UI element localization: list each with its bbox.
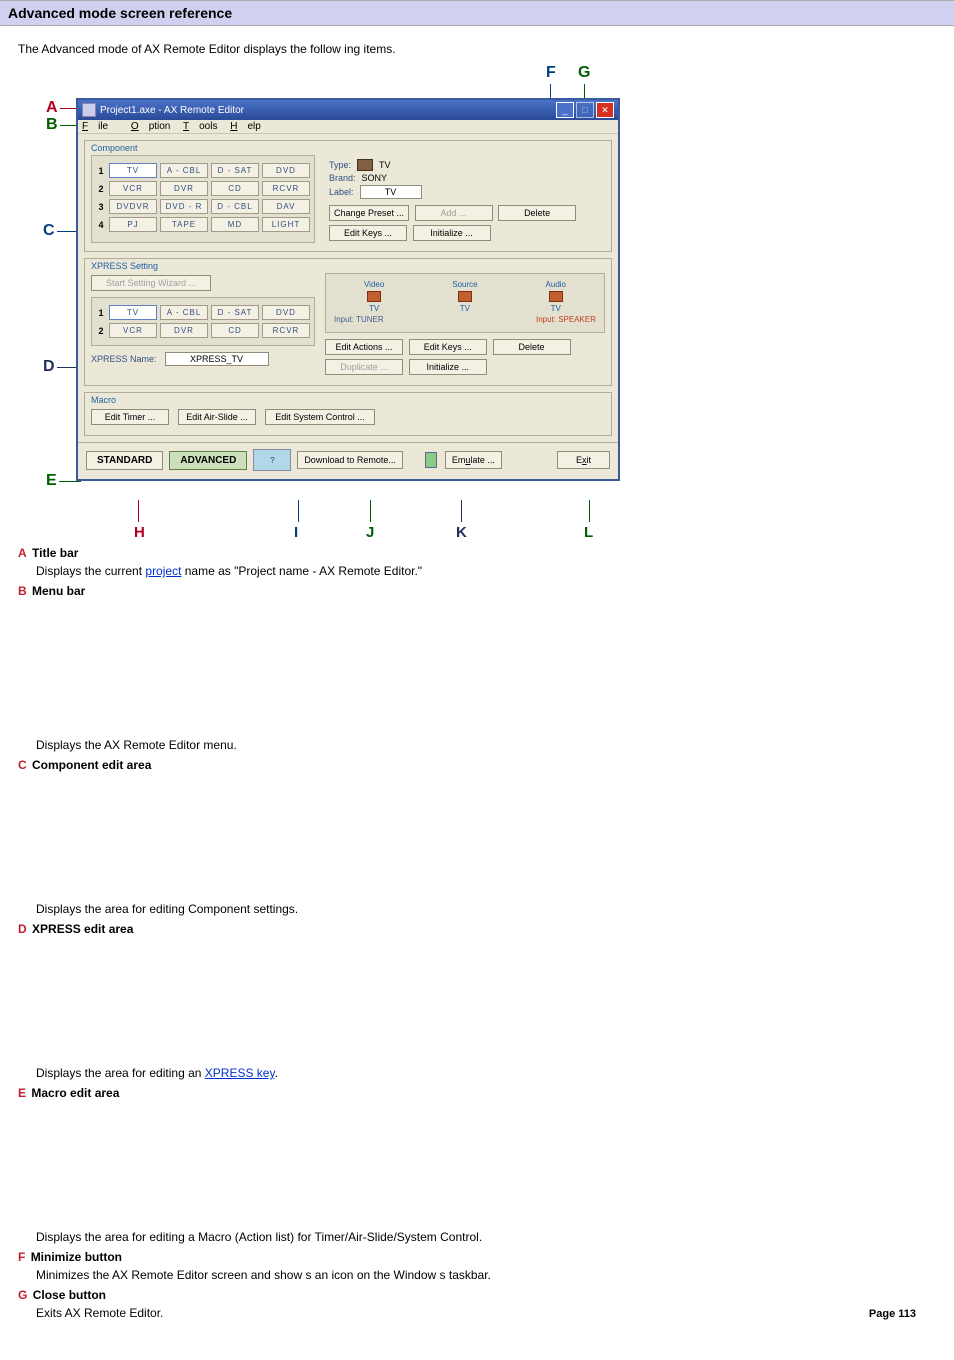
comp-btn[interactable]: DVD bbox=[262, 163, 310, 178]
menu-help[interactable]: Help bbox=[230, 121, 261, 132]
delete-button[interactable]: Delete bbox=[493, 339, 571, 355]
def-b: B Menu bar Displays the AX Remote Editor… bbox=[18, 584, 936, 752]
component-grid: 1 TV A - CBL D - SAT DVD 2 VCR DVR CD RC… bbox=[91, 155, 315, 243]
edit-system-control-button[interactable]: Edit System Control ... bbox=[265, 409, 375, 425]
advanced-mode-button[interactable]: ADVANCED bbox=[169, 451, 247, 470]
component-panel: Component 1 TV A - CBL D - SAT DVD 2 VCR… bbox=[84, 140, 612, 252]
xpress-btn[interactable]: DVD bbox=[262, 305, 310, 320]
def-f: F Minimize button Minimizes the AX Remot… bbox=[18, 1250, 936, 1282]
comp-btn[interactable]: A - CBL bbox=[160, 163, 208, 178]
standard-mode-button[interactable]: STANDARD bbox=[86, 451, 163, 470]
def-c: C Component edit area Displays the area … bbox=[18, 758, 936, 916]
initialize-button[interactable]: Initialize ... bbox=[413, 225, 491, 241]
close-button[interactable]: ✕ bbox=[596, 102, 614, 118]
component-detail: Type: TV Brand: SONY Label: TV Change Pr… bbox=[325, 155, 605, 243]
comp-btn[interactable]: DAV bbox=[262, 199, 310, 214]
xpress-legend: XPRESS Setting bbox=[91, 261, 605, 271]
label-input[interactable]: TV bbox=[360, 185, 422, 199]
xpress-btn[interactable]: TV bbox=[109, 305, 157, 320]
xpress-name-input[interactable]: XPRESS_TV bbox=[165, 352, 269, 366]
comp-btn-tv[interactable]: TV bbox=[109, 163, 157, 178]
menu-option[interactable]: Option bbox=[131, 121, 170, 132]
def-d: D XPRESS edit area Displays the area for… bbox=[18, 922, 936, 1080]
xpress-btn[interactable]: A - CBL bbox=[160, 305, 208, 320]
state-graphic-icon: ? bbox=[253, 449, 291, 471]
comp-btn[interactable]: LIGHT bbox=[262, 217, 310, 232]
comp-btn[interactable]: CD bbox=[211, 181, 259, 196]
callout-g: G bbox=[578, 64, 590, 100]
comp-btn[interactable]: PJ bbox=[109, 217, 157, 232]
minimize-button[interactable]: _ bbox=[556, 102, 574, 118]
xpress-btn[interactable]: CD bbox=[211, 323, 259, 338]
comp-btn[interactable]: DVR bbox=[160, 181, 208, 196]
comp-btn[interactable]: DVDVR bbox=[109, 199, 157, 214]
audio-icon bbox=[549, 291, 563, 302]
menu-tools[interactable]: Tools bbox=[183, 121, 217, 132]
duplicate-button: Duplicate ... bbox=[325, 359, 403, 375]
maximize-button: □ bbox=[576, 102, 594, 118]
comp-btn[interactable]: TAPE bbox=[160, 217, 208, 232]
bottom-callouts: H I J K L bbox=[76, 524, 616, 542]
menu-bar: File Option Tools Help bbox=[78, 120, 618, 134]
macro-panel: Macro Edit Timer ... Edit Air-Slide ... … bbox=[84, 392, 612, 436]
download-to-remote-button[interactable]: Download to Remote... bbox=[297, 451, 403, 469]
comp-btn[interactable]: D - CBL bbox=[211, 199, 259, 214]
comp-btn[interactable]: MD bbox=[211, 217, 259, 232]
comp-btn[interactable]: VCR bbox=[109, 181, 157, 196]
app-icon bbox=[82, 103, 96, 117]
menu-file[interactable]: File bbox=[82, 121, 118, 132]
xpress-panel: XPRESS Setting Start Setting Wizard ... … bbox=[84, 258, 612, 386]
component-legend: Component bbox=[91, 143, 605, 153]
page-title: Advanced mode screen reference bbox=[0, 0, 954, 26]
intro-text: The Advanced mode of AX Remote Editor di… bbox=[18, 42, 936, 56]
def-g: G Close button Exits AX Remote Editor. P… bbox=[18, 1288, 936, 1320]
tv-icon bbox=[357, 159, 373, 171]
macro-legend: Macro bbox=[91, 395, 605, 405]
comp-btn[interactable]: D - SAT bbox=[211, 163, 259, 178]
document-icon bbox=[425, 452, 437, 468]
project-link[interactable]: project bbox=[145, 564, 181, 578]
video-icon bbox=[367, 291, 381, 302]
comp-btn[interactable]: RCVR bbox=[262, 181, 310, 196]
delete-button[interactable]: Delete bbox=[498, 205, 576, 221]
xpress-btn[interactable]: RCVR bbox=[262, 323, 310, 338]
def-e: E Macro edit area Displays the area for … bbox=[18, 1086, 936, 1244]
def-a: A Title bar Displays the current project… bbox=[18, 546, 936, 578]
initialize-button[interactable]: Initialize ... bbox=[409, 359, 487, 375]
title-bar: Project1.axe - AX Remote Editor _ □ ✕ bbox=[78, 100, 618, 120]
page-number: Page 113 bbox=[869, 1308, 916, 1320]
emulate-button[interactable]: Emulate ... bbox=[445, 451, 502, 469]
callout-f: F bbox=[546, 64, 556, 100]
bottom-bar: STANDARD ADVANCED ? Download to Remote..… bbox=[78, 442, 618, 479]
edit-actions-button[interactable]: Edit Actions ... bbox=[325, 339, 403, 355]
edit-keys-button[interactable]: Edit Keys ... bbox=[329, 225, 407, 241]
change-preset-button[interactable]: Change Preset ... bbox=[329, 205, 409, 221]
edit-air-slide-button[interactable]: Edit Air-Slide ... bbox=[178, 409, 256, 425]
xpress-btn[interactable]: DVR bbox=[160, 323, 208, 338]
start-setting-wizard-button: Start Setting Wizard ... bbox=[91, 275, 211, 291]
app-window: Project1.axe - AX Remote Editor _ □ ✕ Fi… bbox=[76, 98, 620, 481]
comp-btn[interactable]: DVD - R bbox=[160, 199, 208, 214]
xpress-btn[interactable]: VCR bbox=[109, 323, 157, 338]
annotated-screenshot: F G A B C D E Project1.axe - AX Remote E… bbox=[46, 64, 936, 534]
edit-timer-button[interactable]: Edit Timer ... bbox=[91, 409, 169, 425]
xpress-key-link[interactable]: XPRESS key bbox=[205, 1066, 275, 1080]
xpress-btn[interactable]: D - SAT bbox=[211, 305, 259, 320]
title-bar-text: Project1.axe - AX Remote Editor bbox=[100, 105, 556, 116]
add-button: Add ... bbox=[415, 205, 493, 221]
source-icon bbox=[458, 291, 472, 302]
edit-keys-button[interactable]: Edit Keys ... bbox=[409, 339, 487, 355]
exit-button[interactable]: Exit bbox=[557, 451, 610, 469]
